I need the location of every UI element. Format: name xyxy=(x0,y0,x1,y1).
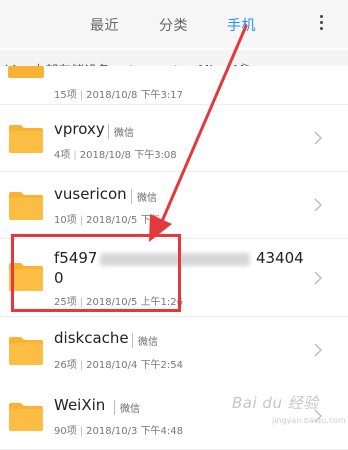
annotation-arrow xyxy=(149,24,248,242)
watermark-brand: Bai du 经验 xyxy=(232,394,319,412)
watermark-sub: jingyan.baidu.com xyxy=(272,416,346,425)
